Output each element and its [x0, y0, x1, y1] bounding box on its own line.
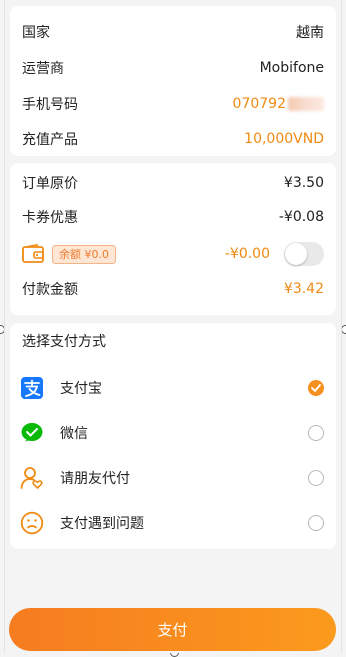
product-label: 充值产品 [22, 132, 78, 148]
original-price-row: 订单原价 ¥3.50 [22, 173, 324, 193]
product-value: 10,000VND [244, 131, 324, 147]
balance-toggle[interactable] [284, 242, 324, 266]
toggle-knob [285, 243, 307, 265]
original-price-value: ¥3.50 [283, 175, 324, 191]
payment-problem-radio[interactable] [308, 515, 324, 531]
balance-deduct-value: -¥0.00 [224, 246, 270, 262]
coupon-row[interactable]: 卡券优惠 -¥0.08 [22, 207, 324, 227]
phone-label: 手机号码 [22, 97, 78, 113]
wechat-label: 微信 [60, 426, 88, 442]
wechat-icon [21, 423, 43, 442]
friend-pay-radio[interactable] [308, 470, 324, 486]
pay-amount-label: 付款金额 [22, 282, 78, 298]
phone-value: 070792 [232, 96, 286, 112]
balance-row: 余额 ¥0.0 -¥0.00 [22, 241, 324, 267]
check-icon [311, 384, 321, 392]
pricing-card: 订单原价 ¥3.50 卡券优惠 -¥0.08 余额 ¥0.0 -¥0.00 付款… [10, 163, 336, 315]
alipay-icon [21, 377, 43, 399]
balance-left: 余额 ¥0.0 [22, 244, 116, 264]
phone-redaction-blur [288, 97, 324, 111]
payment-problem-label: 支付遇到问题 [60, 516, 144, 532]
country-value: 越南 [296, 25, 324, 41]
carrier-value: Mobifone [259, 60, 324, 76]
coupon-value: -¥0.08 [278, 209, 324, 225]
coupon-label: 卡券优惠 [22, 210, 78, 226]
phone-row: 手机号码 070792 [22, 94, 324, 114]
sad-face-icon [20, 511, 44, 535]
pay-amount-value: ¥3.42 [283, 281, 324, 297]
friend-pay-icon [20, 467, 43, 489]
payment-method-card: 选择支付方式 支付宝 微信 请朋友代付 支付遇到问题 [10, 323, 336, 549]
country-row: 国家 越南 [22, 22, 324, 42]
payment-method-title: 选择支付方式 [22, 334, 106, 350]
pay-amount-row: 付款金额 ¥3.42 [22, 279, 324, 299]
country-label: 国家 [22, 25, 50, 41]
friend-pay-label: 请朋友代付 [60, 471, 130, 487]
payment-page: 国家 越南 运营商 Mobifone 手机号码 070792 充值产品 10,0… [4, 0, 342, 653]
method-payment-problem[interactable]: 支付遇到问题 [20, 510, 324, 536]
product-row: 充值产品 10,000VND [22, 129, 324, 149]
pay-button[interactable]: 支付 [9, 608, 336, 651]
phone-value-wrap: 070792 [233, 96, 324, 112]
carrier-label: 运营商 [22, 61, 64, 77]
method-alipay[interactable]: 支付宝 [20, 375, 324, 401]
alipay-radio[interactable] [308, 380, 324, 396]
wechat-radio[interactable] [308, 425, 324, 441]
carrier-row: 运营商 Mobifone [22, 58, 324, 78]
method-friend-pay[interactable]: 请朋友代付 [20, 465, 324, 491]
order-info-card: 国家 越南 运营商 Mobifone 手机号码 070792 充值产品 10,0… [10, 6, 336, 156]
wallet-icon [22, 244, 44, 263]
method-wechat[interactable]: 微信 [20, 420, 324, 446]
balance-badge: 余额 ¥0.0 [52, 244, 116, 264]
alipay-label: 支付宝 [60, 381, 102, 397]
balance-right: -¥0.00 [225, 242, 324, 266]
original-price-label: 订单原价 [22, 176, 78, 192]
